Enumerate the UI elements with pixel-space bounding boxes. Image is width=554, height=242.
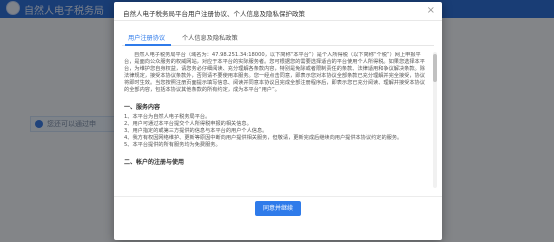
agree-continue-button[interactable]: 同意并继续 bbox=[255, 201, 301, 216]
intro-paragraph: 自然人电子税务局平台（域名为：47.98.251.34:18000，以下简称“本… bbox=[124, 52, 425, 94]
dialog-title: 自然人电子税务局平台用户注册协议、个人信息及隐私保护政策 bbox=[123, 10, 305, 18]
agreement-dialog: 自然人电子税务局平台用户注册协议、个人信息及隐私保护政策 × 用户注册协议 个人… bbox=[114, 2, 442, 240]
tab-privacy-policy[interactable]: 个人信息及隐私政策 bbox=[182, 33, 238, 42]
list-item: 5、本平台提供的所有服务均为免费服务。 bbox=[124, 142, 221, 149]
list-item: 1、本平台为自然人电子税务局平台。 bbox=[124, 113, 211, 120]
tab-registration-agreement[interactable]: 用户注册协议 bbox=[128, 33, 165, 42]
close-icon[interactable]: × bbox=[427, 6, 435, 16]
section-title: 一、服务内容 bbox=[124, 103, 161, 111]
agreement-content[interactable]: 自然人电子税务局平台（域名为：47.98.251.34:18000，以下简称“本… bbox=[124, 52, 430, 188]
active-tab-indicator bbox=[125, 44, 171, 46]
title-divider bbox=[114, 20, 442, 21]
scrollbar-thumb[interactable] bbox=[433, 54, 437, 82]
list-item: 2、用户可通过本平台提交个人所得税申报的相关信息。 bbox=[124, 120, 252, 127]
section-title: 二、帐户的注册与使用 bbox=[124, 158, 185, 166]
footer-divider bbox=[114, 196, 442, 197]
content-scrollbar[interactable] bbox=[433, 52, 437, 188]
tab-bar: 用户注册协议 个人信息及隐私政策 bbox=[122, 32, 434, 46]
